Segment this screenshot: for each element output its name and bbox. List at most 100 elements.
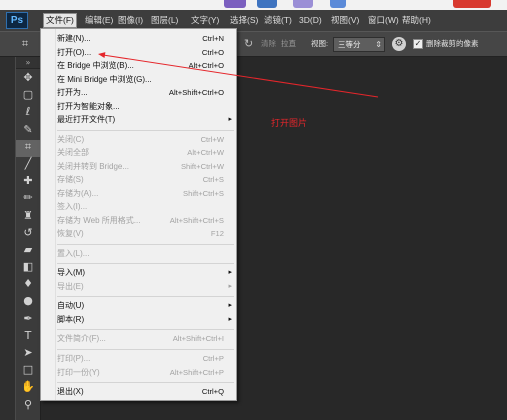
submenu-arrow-icon: ▸: [228, 268, 232, 277]
view-select-value: 三等分: [338, 40, 361, 49]
menu-view[interactable]: 视图(V): [328, 13, 362, 28]
rectangle-tool-icon[interactable]: □: [16, 363, 40, 380]
menu-item-shortcut: Ctrl+N: [202, 34, 224, 43]
delete-cropped-pixels-label: 删除裁剪的像素: [426, 39, 479, 48]
menu-help[interactable]: 帮助(H): [399, 13, 434, 28]
clear-button[interactable]: 清除: [261, 39, 276, 49]
file-menu-item-open-recent[interactable]: 最近打开文件(T) ▸: [41, 113, 236, 127]
menu-item-shortcut: Ctrl+Q: [201, 387, 224, 397]
menu-file[interactable]: 文件(F): [43, 13, 77, 28]
file-menu-item-revert: 恢复(V) F12: [41, 227, 236, 241]
menu-item-label: 打开(O)...: [57, 47, 92, 57]
menu-item-shortcut: Alt+Ctrl+W: [187, 148, 224, 158]
tools-list: ✥ ▢ ℓ ✎ ⌗ ╱ ✚ ✏ ♜ ↺ ▰ ◧ ♦ ● ✒ T ➤ □ ✋ ⚲: [16, 71, 40, 415]
view-overlay-select[interactable]: 三等分 ⇕: [333, 37, 385, 52]
lasso-tool-icon[interactable]: ℓ: [16, 105, 40, 122]
history-brush-tool-icon[interactable]: ↺: [16, 226, 40, 243]
menu-item-label: 在 Mini Bridge 中浏览(G)...: [57, 74, 152, 84]
menu-item-shortcut: Shift+Ctrl+W: [180, 161, 224, 171]
menu-item-label: 存储为 Web 所用格式...: [57, 215, 141, 225]
file-menu-item-file-info: 文件简介(F)... Alt+Shift+Ctrl+I: [41, 332, 236, 346]
type-tool-icon[interactable]: T: [16, 329, 40, 346]
dodge-tool-icon[interactable]: ●: [16, 294, 40, 311]
file-menu-item-save: 存储(S) Ctrl+S: [41, 173, 236, 187]
menu-item-label: 脚本(R): [57, 314, 85, 324]
file-menu-item-save-for-web: 存储为 Web 所用格式... Alt+Shift+Ctrl+S: [41, 214, 236, 228]
menu-item-label: 关闭并转到 Bridge...: [57, 161, 130, 171]
file-menu-item-automate[interactable]: 自动(U) ▸: [41, 299, 236, 313]
file-menu-item-open-as[interactable]: 打开为... Alt+Shift+Ctrl+O: [41, 86, 236, 100]
file-menu-item-save-as: 存储为(A)... Shift+Ctrl+S: [41, 187, 236, 201]
menu-image[interactable]: 图像(I): [115, 13, 146, 28]
spot-healing-brush-icon[interactable]: ✚: [16, 174, 40, 191]
desktop-shortcut-icon: [224, 0, 246, 8]
menu-item-label: 文件简介(F)...: [57, 334, 106, 344]
menu-item-label: 恢复(V): [57, 229, 84, 239]
menu-item-label: 打开为智能对象...: [57, 101, 120, 111]
menu-item-shortcut: Ctrl+P: [202, 354, 224, 364]
eraser-tool-icon[interactable]: ▰: [16, 243, 40, 260]
crop-tool-icon[interactable]: ⌗: [16, 139, 40, 157]
menu-item-shortcut: Ctrl+O: [201, 47, 224, 57]
file-menu-item-browse-in-mini-bridge[interactable]: 在 Mini Bridge 中浏览(G)...: [41, 73, 236, 87]
menu-item-label: 打开为...: [57, 88, 88, 97]
marquee-tool-icon[interactable]: ▢: [16, 88, 40, 105]
menu-item-label: 退出(X): [57, 387, 84, 397]
eyedropper-tool-icon[interactable]: ╱: [16, 157, 40, 174]
menu-item-label: 置入(L)...: [57, 248, 90, 258]
menu-window[interactable]: 窗口(W): [365, 13, 402, 28]
straighten-button[interactable]: 拉直: [281, 39, 296, 49]
menu-item-shortcut: Alt+Shift+Ctrl+P: [169, 367, 224, 377]
pen-tool-icon[interactable]: ✒: [16, 312, 40, 329]
file-menu-item-open[interactable]: 打开(O)... Ctrl+O: [41, 46, 236, 60]
collapse-icon[interactable]: »: [16, 57, 40, 69]
menu-item-shortcut: F12: [210, 229, 224, 239]
delete-cropped-pixels-checkbox[interactable]: ✓: [413, 39, 423, 49]
menu-item-label: 存储为(A)...: [57, 188, 99, 198]
file-menu-item-new[interactable]: 新建(N)... Ctrl+N: [41, 32, 236, 46]
file-menu-item-browse-in-bridge[interactable]: 在 Bridge 中浏览(B)... Alt+Ctrl+O: [41, 59, 236, 73]
menu-item-label: 签入(I)...: [57, 202, 88, 212]
menu-filter[interactable]: 滤镜(T): [261, 13, 295, 28]
hand-tool-icon[interactable]: ✋: [16, 380, 40, 397]
file-menu-item-open-as-smart-object[interactable]: 打开为智能对象...: [41, 100, 236, 114]
gear-icon[interactable]: ⚙: [392, 37, 406, 51]
desktop-shortcut-icon: [293, 0, 313, 8]
file-menu-item-scripts[interactable]: 脚本(R) ▸: [41, 313, 236, 327]
file-menu-item-close-and-go-to-bridge: 关闭并转到 Bridge... Shift+Ctrl+W: [41, 160, 236, 174]
brush-tool-icon[interactable]: ✏: [16, 191, 40, 208]
file-menu-item-print: 打印(P)... Ctrl+P: [41, 352, 236, 366]
blur-tool-icon[interactable]: ♦: [16, 277, 40, 294]
menu-layer[interactable]: 图层(L): [148, 13, 181, 28]
menu-item-label: 最近打开文件(T): [57, 115, 116, 124]
menu-item-label: 存储(S): [57, 175, 84, 185]
zoom-tool-icon[interactable]: ⚲: [16, 398, 40, 415]
move-tool-icon[interactable]: ✥: [16, 71, 40, 88]
crop-preset-icon[interactable]: ⌗: [14, 36, 36, 52]
file-menu-item-exit[interactable]: 退出(X) Ctrl+Q: [41, 385, 236, 399]
menu-item-label: 导入(M): [57, 268, 85, 278]
menu-edit[interactable]: 编辑(E): [82, 13, 116, 28]
tools-panel: » ✥ ▢ ℓ ✎ ⌗ ╱ ✚ ✏ ♜ ↺ ▰ ◧ ♦ ● ✒ T ➤ □ ✋ ⚲: [15, 57, 41, 420]
menu-item-shortcut: Alt+Shift+Ctrl+O: [168, 88, 224, 97]
menu-item-shortcut: Shift+Ctrl+S: [183, 188, 224, 198]
desktop-shortcut-icon: [330, 0, 346, 8]
clone-stamp-tool-icon[interactable]: ♜: [16, 209, 40, 226]
file-menu-item-close: 关闭(C) Ctrl+W: [41, 133, 236, 147]
updown-arrows-icon: ⇕: [375, 40, 382, 49]
path-selection-tool-icon[interactable]: ➤: [16, 346, 40, 363]
menu-item-shortcut: Ctrl+W: [200, 134, 224, 144]
file-menu-item-import[interactable]: 导入(M) ▸: [41, 266, 236, 280]
menu-type[interactable]: 文字(Y): [188, 13, 222, 28]
submenu-arrow-icon: ▸: [228, 281, 232, 290]
menu-item-label: 打印一份(Y): [57, 367, 100, 377]
menu-item-label: 新建(N)...: [57, 34, 91, 43]
gradient-tool-icon[interactable]: ◧: [16, 260, 40, 277]
submenu-arrow-icon: ▸: [228, 115, 232, 123]
menu-select[interactable]: 选择(S): [227, 13, 261, 28]
rotate-icon[interactable]: ↻: [244, 36, 253, 52]
menu-3d[interactable]: 3D(D): [296, 13, 325, 28]
submenu-arrow-icon: ▸: [228, 314, 232, 323]
menu-item-shortcut: Alt+Ctrl+O: [188, 61, 224, 70]
quick-selection-tool-icon[interactable]: ✎: [16, 123, 40, 140]
